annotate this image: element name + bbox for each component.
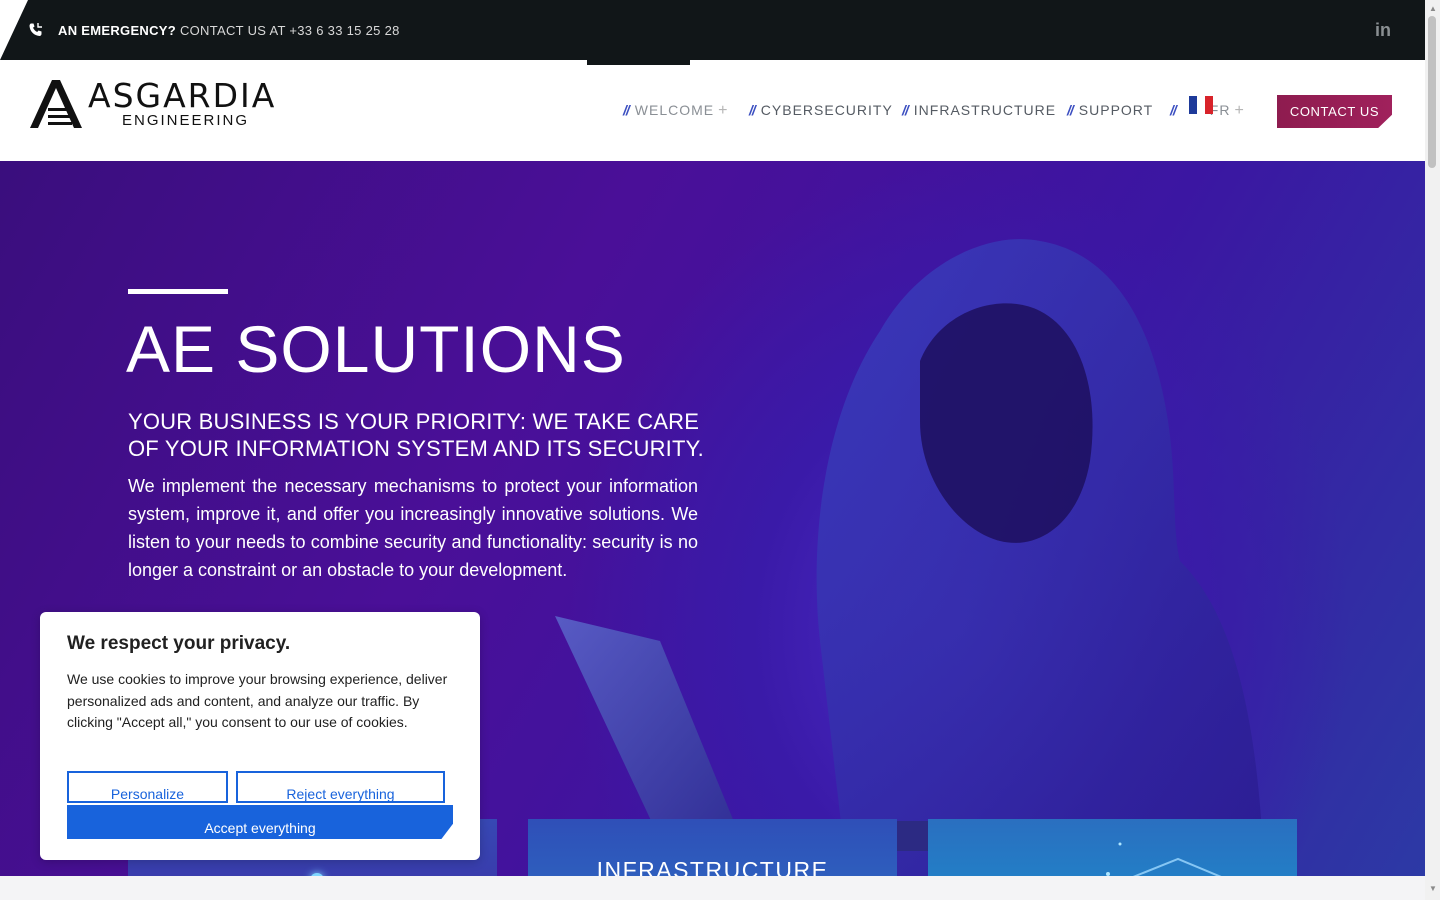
linkedin-icon[interactable]: in <box>1375 20 1395 40</box>
reject-all-button[interactable]: Reject everything <box>236 771 445 803</box>
topbar-wedge <box>0 0 28 60</box>
logo[interactable]: ASGARDIA ENGINEERING <box>30 76 290 132</box>
logo-subtext: ENGINEERING <box>122 112 250 129</box>
cookie-text: We use cookies to improve your browsing … <box>67 671 448 730</box>
nav-item-cybersecurity[interactable]: //CYBERSECURITY <box>749 102 893 118</box>
emergency-phone: CONTACT US AT +33 6 33 15 25 28 <box>176 23 400 38</box>
nav-label-cybersecurity: CYBERSECURITY <box>760 102 893 118</box>
scrollbar[interactable]: ▲ ▼ <box>1425 0 1440 900</box>
emergency-label: AN EMERGENCY? <box>58 23 177 38</box>
site-header: ASGARDIA ENGINEERING //WELCOME + //CYBERS… <box>0 60 1425 161</box>
nav-item-welcome[interactable]: //WELCOME + <box>623 102 728 120</box>
nav-separator: // <box>902 102 909 118</box>
scroll-down-icon[interactable]: ▼ <box>1429 884 1437 893</box>
nav-separator: // <box>1170 102 1177 118</box>
scroll-up-icon[interactable]: ▲ <box>1429 4 1437 13</box>
accept-all-button[interactable]: Accept everything <box>67 805 453 839</box>
contact-us-button[interactable]: CONTACT US <box>1277 95 1392 128</box>
emergency-contact[interactable]: AN EMERGENCY? CONTACT US AT +33 6 33 15 … <box>58 23 400 38</box>
logo-mark-icon <box>30 80 82 128</box>
nav-item-infrastructure[interactable]: //INFRASTRUCTURE <box>902 102 1056 118</box>
nav-separator: // <box>1067 102 1074 118</box>
top-bar: AN EMERGENCY? CONTACT US AT +33 6 33 15 … <box>0 0 1425 60</box>
active-indicator <box>587 60 690 65</box>
nav-label-infrastructure: INFRASTRUCTURE <box>913 102 1057 118</box>
scrollbar-thumb[interactable] <box>1428 16 1436 168</box>
nav-label-welcome: WELCOME <box>634 102 715 118</box>
cookie-title: We respect your privacy. <box>67 633 291 654</box>
title-accent-bar <box>128 289 228 294</box>
phone-icon <box>29 23 42 36</box>
plus-icon: + <box>718 102 729 119</box>
nav-separator: // <box>623 102 630 118</box>
hero-subtitle: YOUR BUSINESS IS YOUR PRIORITY: WE TAKE … <box>128 409 704 461</box>
nav-item-support[interactable]: //SUPPORT <box>1067 102 1153 118</box>
fr-flag-icon[interactable] <box>1189 96 1213 114</box>
nav-separator: // <box>749 102 756 118</box>
personalize-button[interactable]: Personalize <box>67 771 228 803</box>
plus-icon: + <box>1234 102 1245 119</box>
hero-description: We implement the necessary mechanisms to… <box>128 476 698 580</box>
nav-label-support: SUPPORT <box>1078 102 1154 118</box>
logo-text: ASGARDIA <box>88 76 277 115</box>
hero-title: AE SOLUTIONS <box>126 312 626 386</box>
section-divider <box>0 876 1425 900</box>
cookie-consent-dialog: We respect your privacy. We use cookies … <box>40 612 480 860</box>
